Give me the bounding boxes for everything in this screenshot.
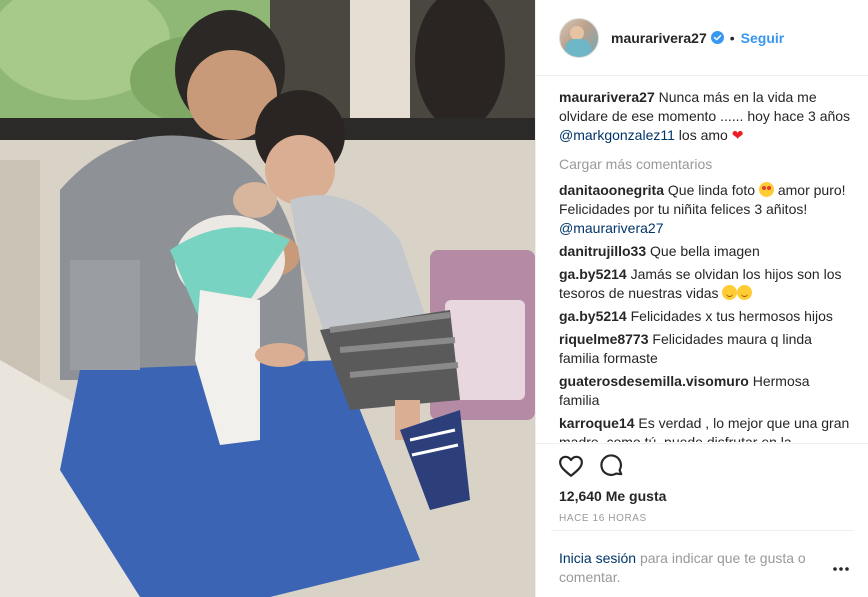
comment-username[interactable]: ga.by5214 [559, 308, 627, 324]
heart-emoji-icon: ❤ [731, 127, 744, 143]
login-prompt-bar: Inicia sesión para indicar que te gusta … [551, 530, 854, 597]
comment-item: karroque14 Es verdad , lo mejor que una … [559, 414, 851, 442]
comment-item: danitrujillo33 Que bella imagen [559, 242, 851, 261]
comment-username[interactable]: guaterosdesemilla.visomuro [559, 373, 749, 389]
caption-text-after: los amo [678, 127, 728, 143]
follow-button[interactable]: Seguir [741, 30, 785, 46]
load-more-comments-button[interactable]: Cargar más comentarios [559, 155, 851, 174]
comment-bubble-icon[interactable] [599, 453, 625, 479]
caption-username[interactable]: maurarivera27 [559, 89, 655, 105]
smile-emoji-icon [722, 285, 738, 300]
comment-text: Felicidades x tus hermosos hijos [630, 308, 833, 324]
comment-username[interactable]: danitrujillo33 [559, 243, 646, 259]
comment-username[interactable]: karroque14 [559, 415, 634, 431]
comment-item: riquelme8773 Felicidades maura q linda f… [559, 330, 851, 368]
family-photo-image [0, 0, 535, 597]
comment-item: guaterosdesemilla.visomuro Hermosa famil… [559, 372, 851, 410]
instagram-post: maurarivera27 • Seguir maurarivera27 Nun… [0, 0, 868, 597]
post-header: maurarivera27 • Seguir [536, 0, 868, 76]
comments-list[interactable]: maurarivera27 Nunca más en la vida me ol… [559, 88, 851, 442]
comment-username[interactable]: riquelme8773 [559, 331, 649, 347]
heart-eyes-emoji-icon [758, 182, 774, 197]
more-options-icon[interactable] [831, 564, 851, 574]
comment-text: Que bella imagen [650, 243, 760, 259]
author-username[interactable]: maurarivera27 [611, 30, 707, 46]
comment-username[interactable]: ga.by5214 [559, 266, 627, 282]
author-avatar[interactable] [559, 17, 599, 58]
smile-emoji-icon [737, 285, 753, 300]
login-prompt: Inicia sesión para indicar que te gusta … [559, 549, 829, 587]
post-photo[interactable] [0, 0, 535, 597]
header-separator: • [729, 29, 735, 46]
caption: maurarivera27 Nunca más en la vida me ol… [559, 88, 851, 145]
verified-badge-icon [710, 31, 724, 44]
post-side-panel: maurarivera27 • Seguir maurarivera27 Nun… [535, 0, 868, 597]
comment-text-before: Que linda foto [667, 182, 756, 198]
post-timestamp: HACE 16 HORAS [559, 513, 647, 524]
login-link[interactable]: Inicia sesión [559, 550, 636, 566]
heart-outline-icon[interactable] [558, 453, 584, 479]
caption-mention[interactable]: @markgonzalez11 [559, 127, 675, 143]
likes-count[interactable]: 12,640 Me gusta [559, 488, 666, 504]
comment-username[interactable]: danitaoonegrita [559, 182, 664, 198]
comment-item: ga.by5214 Jamás se olvidan los hijos son… [559, 265, 851, 303]
comment-item: ga.by5214 Felicidades x tus hermosos hij… [559, 307, 851, 326]
comment-item: danitaoonegrita Que linda foto amor puro… [559, 181, 851, 238]
post-actions: 12,640 Me gusta HACE 16 HORAS [536, 443, 868, 530]
comment-mention[interactable]: @maurarivera27 [559, 220, 663, 236]
